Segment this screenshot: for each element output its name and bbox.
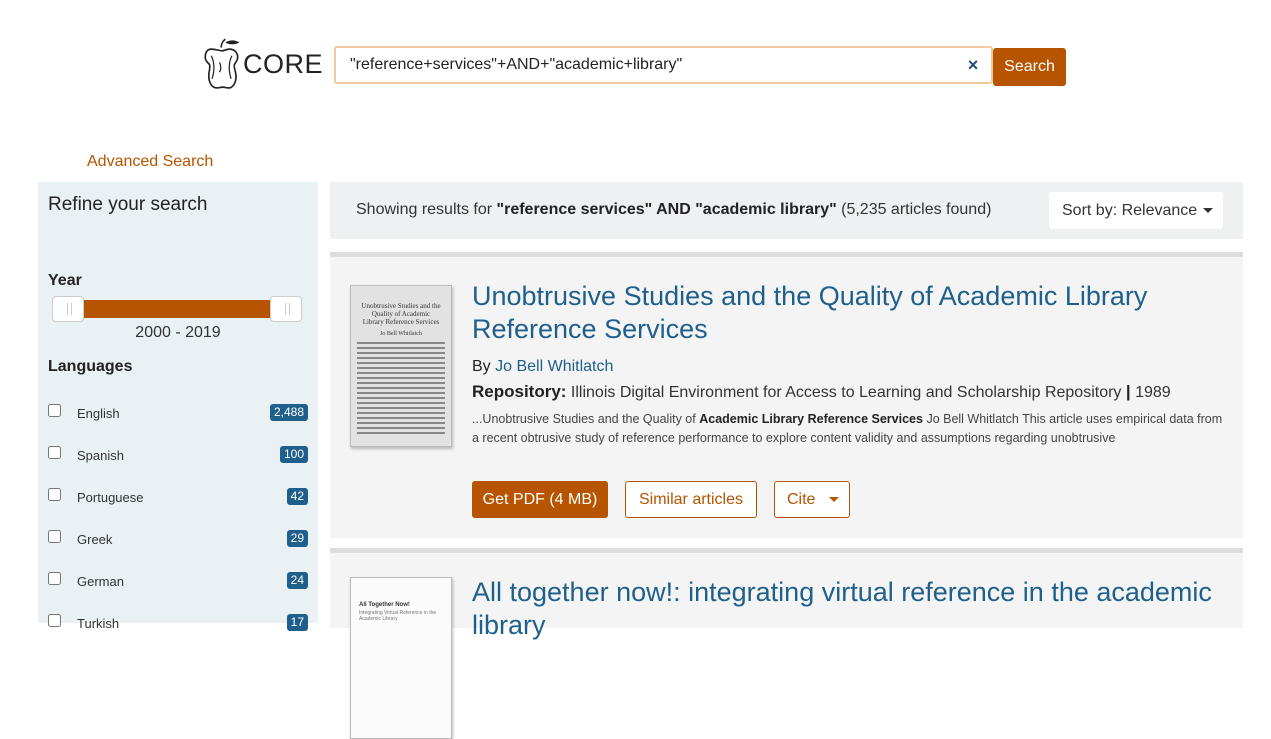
year-range: 2000 - 2019	[135, 324, 221, 341]
language-count-badge: 2,488	[269, 404, 308, 421]
language-count-badge: 100	[279, 446, 308, 463]
language-checkbox[interactable]	[48, 446, 61, 459]
language-name: English	[77, 406, 120, 421]
year-slider-track	[68, 300, 286, 318]
language-item-turkish[interactable]: Turkish 17	[48, 614, 308, 656]
language-count-badge: 24	[286, 572, 308, 589]
year-slider-max-handle[interactable]	[270, 296, 302, 322]
language-item-portuguese[interactable]: Portuguese 42	[48, 488, 308, 530]
languages-label: Languages	[48, 358, 133, 375]
result-repository: Repository: Illinois Digital Environment…	[472, 382, 1171, 401]
result-title-link[interactable]: Unobtrusive Studies and the Quality of A…	[472, 280, 1212, 346]
paper-thumbnail[interactable]: Unobtrusive Studies and the Quality of A…	[350, 285, 452, 447]
result-snippet: ...Unobtrusive Studies and the Quality o…	[472, 412, 1223, 445]
search-button[interactable]: Search	[993, 48, 1066, 86]
thumbnail-text-lines	[357, 342, 445, 434]
language-count-badge: 42	[286, 488, 308, 505]
result-card: All Together Now! Integrating Virtual Re…	[330, 548, 1243, 739]
apple-core-icon	[204, 38, 240, 89]
language-name: Portuguese	[77, 490, 144, 505]
language-item-spanish[interactable]: Spanish 100	[48, 446, 308, 488]
language-name: Greek	[77, 532, 113, 547]
language-name: Spanish	[77, 448, 124, 463]
language-name: German	[77, 574, 124, 589]
get-pdf-button[interactable]: Get PDF (4 MB)	[472, 481, 608, 518]
caret-down-icon	[1203, 207, 1214, 213]
year-slider-min-handle[interactable]	[52, 296, 84, 322]
paper-thumbnail[interactable]: All Together Now! Integrating Virtual Re…	[350, 577, 452, 739]
caret-down-icon	[829, 496, 840, 502]
language-checkbox[interactable]	[48, 614, 61, 627]
language-checkbox[interactable]	[48, 530, 61, 543]
year-slider[interactable]	[52, 296, 302, 324]
clear-search-icon[interactable]: ×	[955, 55, 991, 76]
results-query: "reference services" AND "academic libra…	[496, 201, 837, 218]
author-link[interactable]: Jo Bell Whitlatch	[495, 358, 613, 375]
language-list: English 2,488 Spanish 100 Portuguese 42 …	[48, 404, 308, 656]
sort-dropdown[interactable]: Sort by: Relevance	[1049, 192, 1223, 229]
sidebar-title: Refine your search	[48, 194, 208, 215]
language-item-greek[interactable]: Greek 29	[48, 530, 308, 572]
language-checkbox[interactable]	[48, 404, 61, 417]
search-box: ×	[334, 46, 993, 84]
result-byline: By Jo Bell Whitlatch	[472, 358, 614, 375]
refine-sidebar: Refine your search Year 2000 - 2019 Lang…	[38, 182, 318, 631]
results-summary-bar: Showing results for "reference services"…	[330, 182, 1243, 239]
core-logo[interactable]: CORE	[203, 32, 323, 96]
search-input[interactable]	[336, 48, 955, 82]
logo-text: CORE	[242, 48, 323, 79]
language-name: Turkish	[77, 616, 120, 631]
cite-dropdown-button[interactable]: Cite	[774, 481, 850, 518]
language-item-german[interactable]: German 24	[48, 572, 308, 614]
language-count-badge: 29	[286, 530, 308, 547]
year-label: Year	[48, 272, 82, 289]
result-title-link[interactable]: All together now!: integrating virtual r…	[472, 576, 1212, 642]
language-checkbox[interactable]	[48, 572, 61, 585]
similar-articles-button[interactable]: Similar articles	[625, 481, 757, 518]
advanced-search-link[interactable]: Advanced Search	[87, 153, 213, 171]
results-summary: Showing results for "reference services"…	[356, 201, 992, 218]
language-item-english[interactable]: English 2,488	[48, 404, 308, 446]
language-checkbox[interactable]	[48, 488, 61, 501]
result-card: Unobtrusive Studies and the Quality of A…	[330, 252, 1243, 538]
